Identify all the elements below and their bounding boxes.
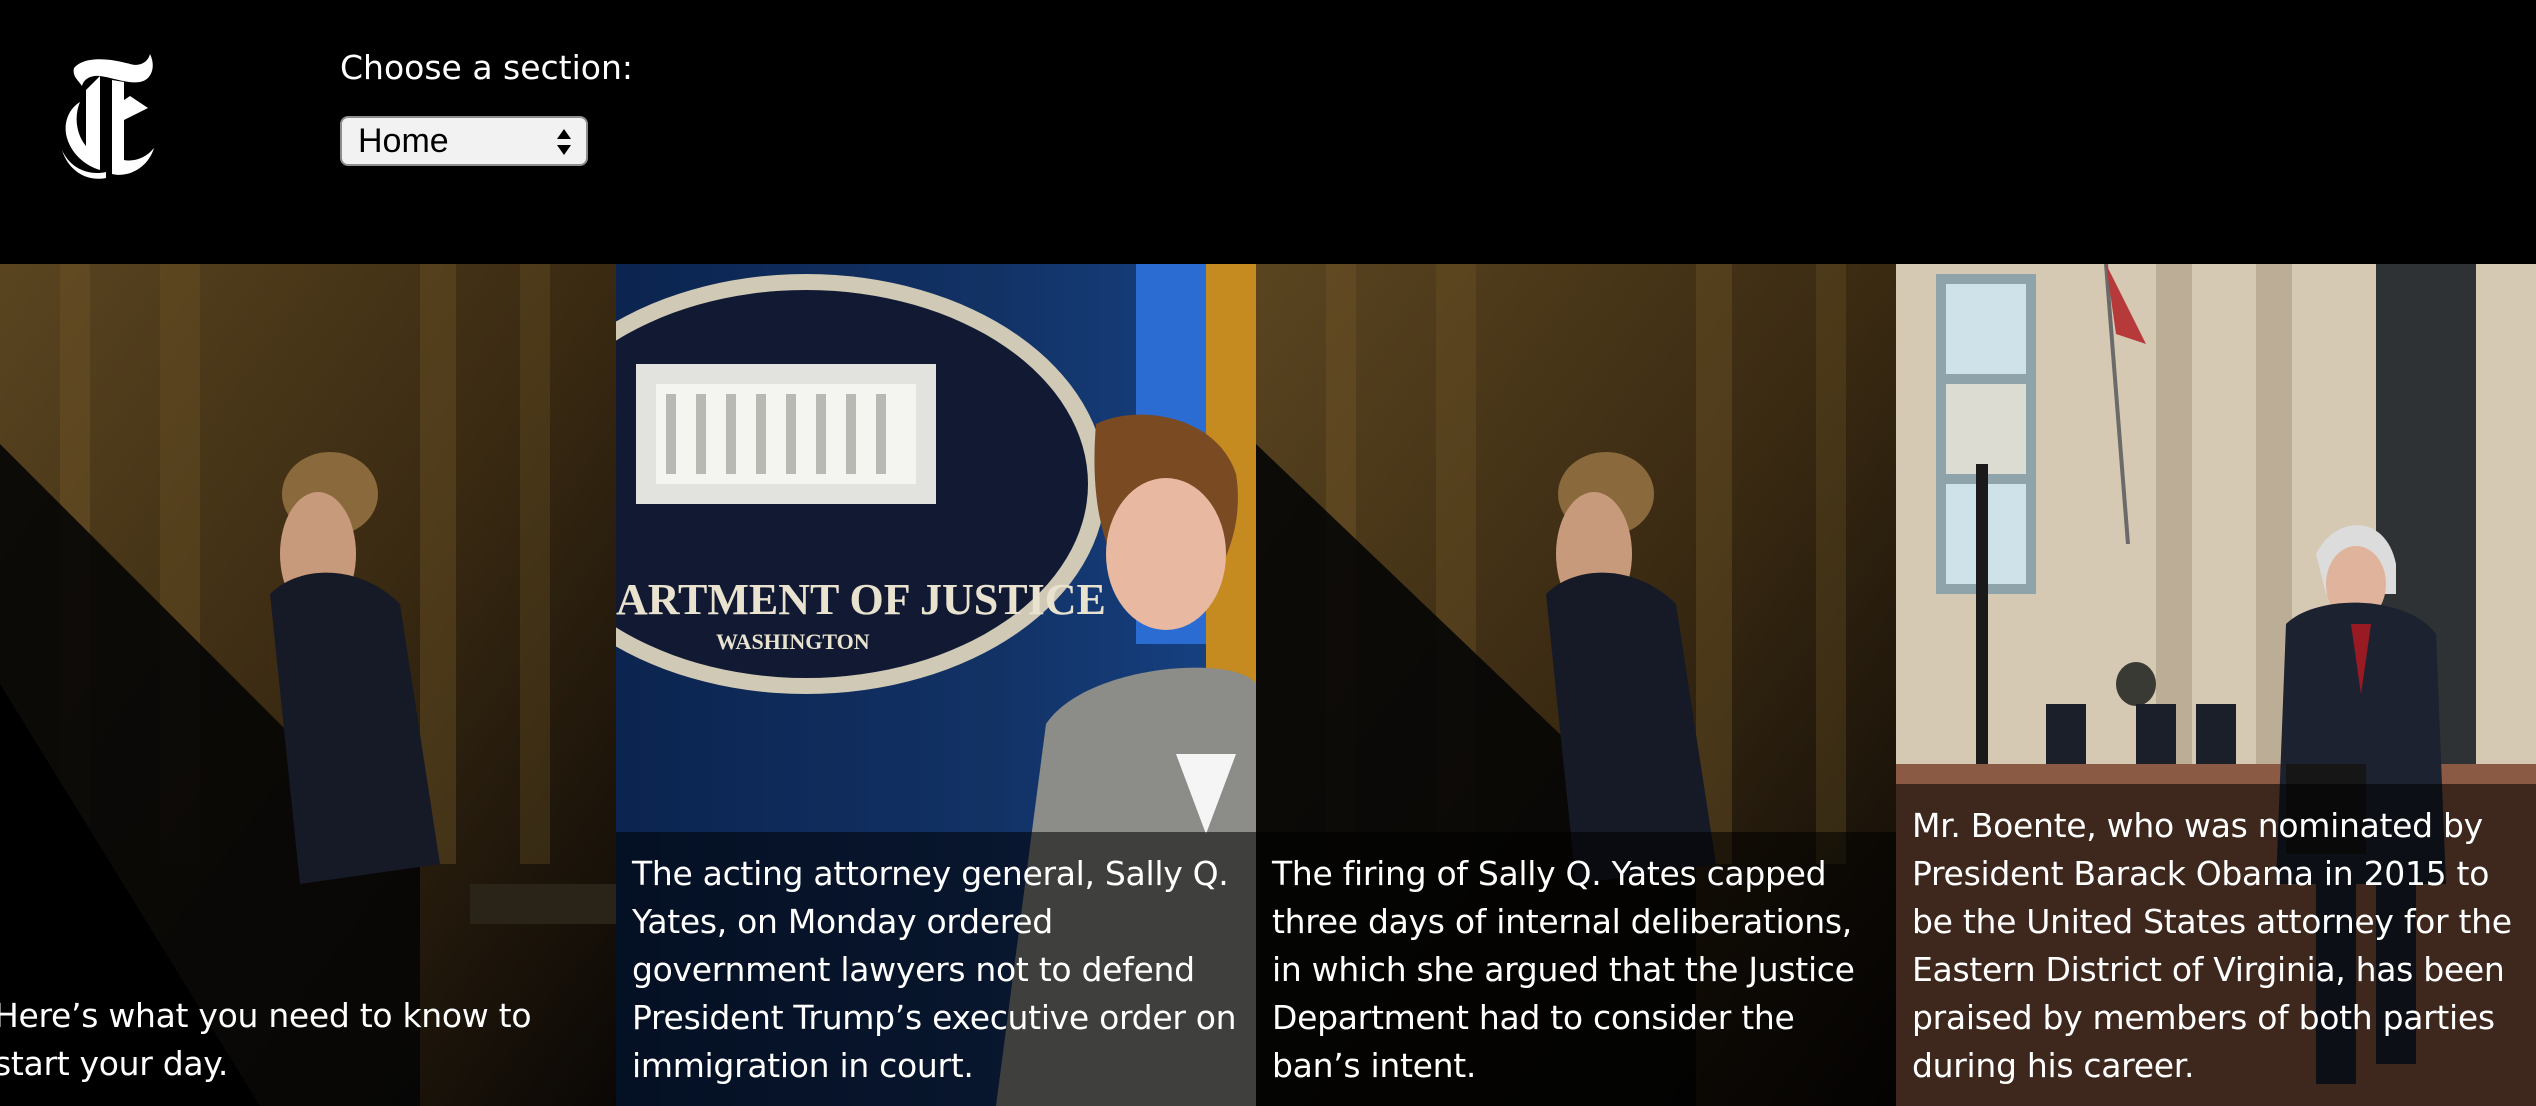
story-caption[interactable]: Mr. Boente, who was nominated by Preside… (1912, 802, 2524, 1090)
story-card[interactable]: ARTMENT OF JUSTICE WASHINGTON The acting… (616, 264, 1256, 1106)
header: Choose a section: Home (0, 0, 2536, 264)
story-caption-panel: The firing of Sally Q. Yates capped thre… (1256, 832, 1896, 1106)
section-select-value: Home (358, 122, 449, 160)
story-strip[interactable]: Here’s what you need to know to start yo… (0, 264, 2536, 1106)
story-card[interactable]: Mr. Boente, who was nominated by Preside… (1896, 264, 2536, 1106)
svg-text:ARTMENT OF JUSTICE: ARTMENT OF JUSTICE (616, 575, 1106, 624)
nyt-t-logo[interactable] (56, 50, 158, 190)
story-card[interactable]: Here’s what you need to know to start yo… (0, 264, 616, 1106)
section-select[interactable]: Home (340, 116, 588, 166)
select-arrows-icon (557, 129, 571, 155)
story-caption-panel: Here’s what you need to know to start yo… (0, 964, 616, 1106)
story-caption-panel: Mr. Boente, who was nominated by Preside… (1896, 784, 2536, 1106)
story-card[interactable]: The firing of Sally Q. Yates capped thre… (1256, 264, 1896, 1106)
story-caption[interactable]: The acting attorney general, Sally Q. Ya… (632, 850, 1244, 1090)
story-caption-panel: The acting attorney general, Sally Q. Ya… (616, 832, 1256, 1106)
svg-text:WASHINGTON: WASHINGTON (716, 629, 870, 654)
section-picker-label: Choose a section: (340, 48, 634, 87)
story-caption[interactable]: Here’s what you need to know to start yo… (0, 992, 596, 1088)
story-caption[interactable]: The firing of Sally Q. Yates capped thre… (1272, 850, 1884, 1090)
